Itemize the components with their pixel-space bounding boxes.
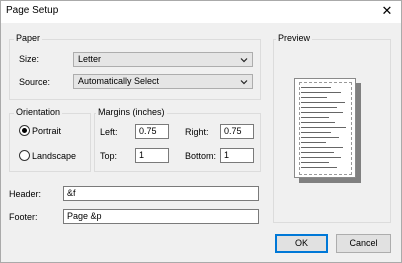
source-value: Automatically Select [78,76,160,86]
preview-text-line [301,92,341,93]
margins-group [94,113,261,172]
preview-text-line [301,122,335,123]
source-label: Source: [19,77,51,87]
preview-text-line [301,87,331,88]
preview-text-line [301,167,337,168]
top-margin-input[interactable]: 1 [135,148,169,163]
right-margin-input[interactable]: 0.75 [220,124,254,139]
preview-text-line [301,137,339,138]
header-label: Header: [9,189,42,199]
title-bar [1,1,401,23]
paper-group [9,39,261,100]
bottom-margin-label: Bottom: [185,151,217,161]
bottom-margin-input[interactable]: 1 [220,148,254,163]
cancel-button[interactable]: Cancel [336,234,391,253]
chevron-down-icon [240,80,248,85]
preview-text-line [301,112,343,113]
portrait-radio[interactable] [19,125,30,136]
footer-label: Footer: [9,212,38,222]
size-value: Letter [78,54,102,64]
portrait-label: Portrait [32,126,62,136]
top-margin-value: 1 [139,150,145,160]
top-margin-label: Top: [100,151,118,161]
right-margin-label: Right: [185,127,209,137]
ok-button[interactable]: OK [275,234,328,253]
footer-value: Page &p [67,211,102,221]
left-margin-input[interactable]: 0.75 [135,124,169,139]
preview-text-line [301,127,346,128]
preview-text-line [301,142,326,143]
size-select[interactable]: Letter [73,52,253,67]
paper-legend: Paper [14,33,43,43]
orientation-legend: Orientation [14,107,63,117]
landscape-label: Landscape [32,151,77,161]
preview-text-line [301,117,329,118]
page-preview [294,78,356,178]
preview-text-line [301,132,331,133]
preview-text-line [301,102,345,103]
preview-text-line [301,107,337,108]
preview-legend: Preview [276,33,313,43]
preview-text-line [301,97,327,98]
orientation-group [9,113,91,172]
left-margin-label: Left: [100,127,118,137]
preview-text-line [301,162,329,163]
source-select[interactable]: Automatically Select [73,74,253,89]
preview-text-line [301,157,341,158]
left-margin-value: 0.75 [139,126,157,136]
dialog-title: Page Setup [6,5,59,16]
bottom-margin-value: 1 [224,150,230,160]
preview-text-line [301,147,343,148]
size-label: Size: [19,54,40,64]
header-input[interactable]: &f [63,186,259,201]
close-icon[interactable]: ✕ [380,4,394,18]
landscape-radio[interactable] [19,150,30,161]
margins-legend: Margins (inches) [96,107,167,117]
footer-input[interactable]: Page &p [63,209,259,224]
header-value: &f [67,188,76,198]
chevron-down-icon [240,58,248,63]
right-margin-value: 0.75 [224,126,242,136]
preview-text-line [301,152,334,153]
